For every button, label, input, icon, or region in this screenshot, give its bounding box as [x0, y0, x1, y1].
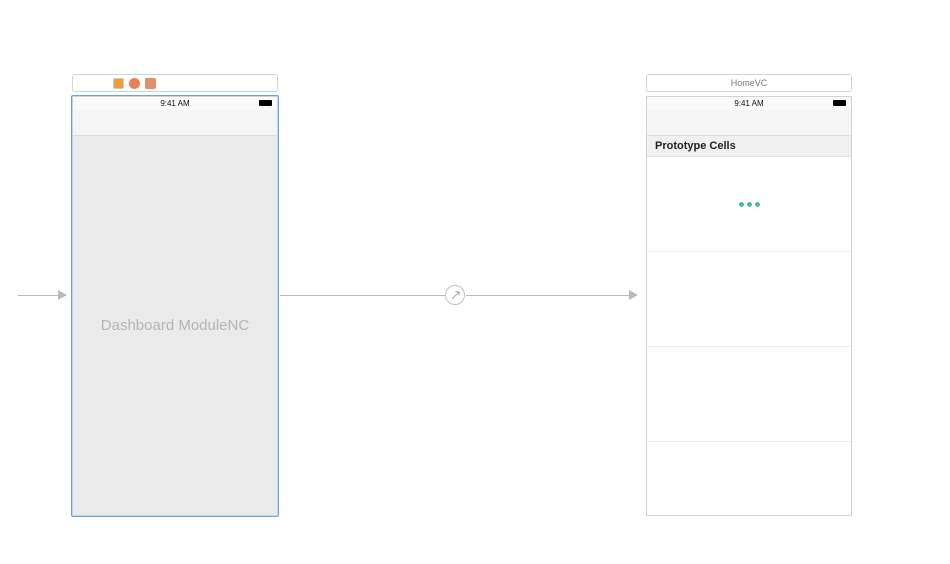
phone-screen-dashboard[interactable]: 9:41 AM Dashboard ModuleNC [72, 96, 278, 516]
segue-line-right [466, 295, 631, 296]
navigation-bar [73, 110, 277, 136]
dot-icon [739, 202, 744, 207]
table-row[interactable] [647, 252, 851, 347]
scene-title: HomeVC [731, 78, 768, 88]
dot-icon [747, 202, 752, 207]
table-row[interactable] [647, 157, 851, 252]
scene-dashboard[interactable]: 9:41 AM Dashboard ModuleNC [72, 74, 278, 516]
battery-icon [259, 100, 272, 106]
navcontroller-icon [113, 78, 124, 89]
table-row[interactable] [647, 347, 851, 442]
scene-header-dashboard[interactable] [72, 74, 278, 92]
dot-icon [755, 202, 760, 207]
entry-arrow-line [18, 295, 58, 296]
firstresponder-icon [129, 78, 140, 89]
status-bar: 9:41 AM [73, 97, 277, 110]
tableview-content: Prototype Cells [647, 136, 851, 515]
status-time: 9:41 AM [160, 99, 189, 108]
entry-arrow-head [58, 290, 67, 300]
content-area: Dashboard ModuleNC [73, 136, 277, 515]
navigation-bar [647, 110, 851, 136]
scene-header-homevc[interactable]: HomeVC [646, 74, 852, 92]
status-time: 9:41 AM [734, 99, 763, 108]
segue-icon[interactable] [445, 285, 465, 305]
segue-line-left [280, 295, 445, 296]
page-control[interactable] [739, 202, 760, 207]
placeholder-label: Dashboard ModuleNC [101, 317, 249, 334]
battery-icon [833, 100, 846, 106]
tableview-section-header: Prototype Cells [647, 136, 851, 157]
segue-arrow-head [629, 290, 638, 300]
status-bar: 9:41 AM [647, 97, 851, 110]
scene-homevc[interactable]: HomeVC 9:41 AM Prototype Cells [646, 74, 852, 516]
phone-screen-homevc[interactable]: 9:41 AM Prototype Cells [646, 96, 852, 516]
exit-icon [145, 78, 156, 89]
